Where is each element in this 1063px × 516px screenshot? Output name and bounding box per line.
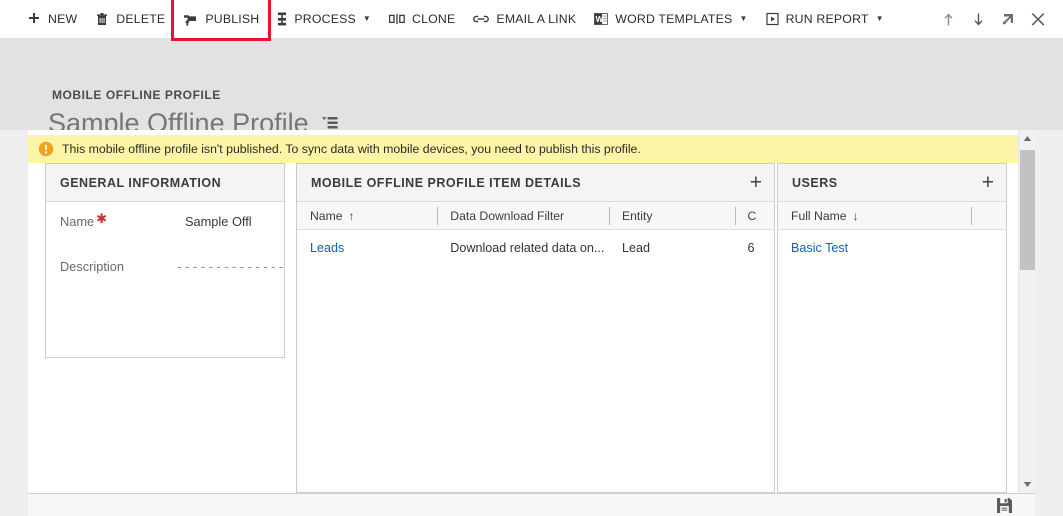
- process-icon: [277, 12, 287, 26]
- users-header: USERS +: [778, 164, 1006, 202]
- publish-button[interactable]: PUBLISH: [171, 0, 272, 41]
- word-templates-button[interactable]: W WORD TEMPLATES ▼: [585, 0, 756, 38]
- notification-message: This mobile offline profile isn't publis…: [62, 142, 641, 156]
- description-field-value[interactable]: - - - - - - - - - - - - - - -: [177, 259, 284, 274]
- new-button[interactable]: NEW: [18, 0, 86, 38]
- users-panel: USERS + Full Name ↓ Basic Test: [777, 163, 1007, 493]
- previous-record-icon[interactable]: [933, 0, 963, 38]
- users-grid-header: Full Name ↓: [778, 202, 1006, 230]
- description-field-label: Description: [60, 259, 125, 274]
- publish-icon: [183, 12, 198, 26]
- cell-full-name: Basic Test: [778, 230, 971, 266]
- required-indicator: ✱: [96, 211, 108, 226]
- field-row-name: Name ✱ Sample Offl: [60, 211, 284, 236]
- sort-ascending-icon: ↑: [348, 208, 355, 223]
- vertical-scrollbar[interactable]: [1018, 130, 1035, 493]
- name-field-label: Name ✱: [60, 211, 108, 229]
- chevron-down-icon: ▼: [875, 14, 884, 23]
- new-button-label: NEW: [48, 12, 78, 26]
- status-bar: [28, 493, 1035, 516]
- command-bar: NEW DELETE PUBLISH PROCESS ▼ CLONE EMAIL…: [0, 0, 1063, 41]
- item-details-title: MOBILE OFFLINE PROFILE ITEM DETAILS: [311, 175, 582, 190]
- chevron-down-icon: ▼: [362, 14, 372, 23]
- next-record-icon[interactable]: [963, 0, 993, 38]
- column-header-data-download-filter[interactable]: Data Download Filter: [437, 202, 609, 229]
- publish-button-label: PUBLISH: [205, 12, 260, 26]
- footer-left-rail: [0, 493, 28, 516]
- save-icon[interactable]: [996, 497, 1013, 516]
- column-header-entity[interactable]: Entity: [608, 202, 735, 229]
- column-header-blank[interactable]: [971, 202, 1006, 229]
- form-body: This mobile offline profile isn't publis…: [0, 130, 1063, 516]
- link-icon: [473, 13, 490, 25]
- chevron-down-icon: ▼: [739, 14, 748, 23]
- run-report-button[interactable]: RUN REPORT ▼: [757, 0, 893, 38]
- field-row-description: Description - - - - - - - - - - - - - - …: [60, 259, 284, 281]
- panels-row: GENERAL INFORMATION Name ✱ Sample Offl De…: [28, 163, 1035, 493]
- item-details-grid-header: Name ↑ Data Download Filter Entity C: [297, 202, 774, 230]
- column-header-name[interactable]: Name ↑: [297, 202, 437, 229]
- cell-data-download-filter: Download related data on...: [450, 241, 605, 255]
- command-bar-window-controls: [933, 0, 1053, 38]
- delete-button-label: DELETE: [116, 12, 166, 26]
- table-row[interactable]: Leads Download related data on... Lead 6: [297, 230, 774, 266]
- email-a-link-button[interactable]: EMAIL A LINK: [464, 0, 585, 38]
- plus-icon: [27, 12, 41, 26]
- warning-icon: [38, 141, 54, 157]
- scroll-down-arrow-icon[interactable]: [1019, 476, 1036, 493]
- general-information-body: Name ✱ Sample Offl Description - - - - - …: [46, 202, 284, 358]
- popout-icon[interactable]: [993, 0, 1023, 38]
- notification-bar: This mobile offline profile isn't publis…: [28, 135, 1035, 163]
- clone-icon: [389, 13, 405, 25]
- trash-icon: [95, 12, 109, 26]
- users-grid-body: Basic Test: [778, 230, 1006, 266]
- record-header: MOBILE OFFLINE PROFILE Sample Offline Pr…: [0, 38, 1063, 138]
- svg-text:W: W: [596, 15, 604, 24]
- item-details-panel: MOBILE OFFLINE PROFILE ITEM DETAILS + Na…: [296, 163, 775, 493]
- item-details-grid-body: Leads Download related data on... Lead 6: [297, 230, 774, 266]
- add-item-detail-button[interactable]: +: [750, 172, 762, 193]
- cell-entity: Lead: [621, 241, 650, 255]
- record-form-page: NEW DELETE PUBLISH PROCESS ▼ CLONE EMAIL…: [0, 0, 1063, 516]
- delete-button[interactable]: DELETE: [86, 0, 174, 38]
- add-user-button[interactable]: +: [982, 172, 994, 193]
- scrollbar-thumb[interactable]: [1020, 150, 1035, 270]
- email-a-link-button-label: EMAIL A LINK: [496, 12, 577, 26]
- word-templates-button-label: WORD TEMPLATES: [615, 12, 733, 26]
- item-details-header: MOBILE OFFLINE PROFILE ITEM DETAILS +: [297, 164, 774, 202]
- word-icon: W: [594, 12, 609, 26]
- close-icon[interactable]: [1023, 0, 1053, 38]
- clone-button[interactable]: CLONE: [380, 0, 464, 38]
- left-rail: [0, 130, 28, 516]
- breadcrumb: MOBILE OFFLINE PROFILE: [52, 88, 221, 102]
- list-item[interactable]: Basic Test: [778, 230, 1006, 266]
- general-information-header: GENERAL INFORMATION: [46, 164, 284, 202]
- users-title: USERS: [792, 175, 838, 190]
- process-button[interactable]: PROCESS ▼: [268, 0, 380, 38]
- column-header-full-name[interactable]: Full Name ↓: [778, 202, 971, 229]
- process-button-label: PROCESS: [294, 12, 356, 26]
- clone-button-label: CLONE: [412, 12, 456, 26]
- general-information-title: GENERAL INFORMATION: [60, 175, 222, 190]
- cell-created-on: 6: [747, 241, 755, 255]
- report-icon: [765, 12, 779, 26]
- item-detail-link[interactable]: Leads: [310, 241, 344, 255]
- run-report-button-label: RUN REPORT: [785, 12, 869, 26]
- cell-name: Leads: [297, 230, 437, 266]
- column-header-created-on[interactable]: C: [734, 202, 774, 229]
- form-content: This mobile offline profile isn't publis…: [28, 130, 1035, 493]
- name-field-value[interactable]: Sample Offl: [185, 214, 252, 229]
- general-information-panel: GENERAL INFORMATION Name ✱ Sample Offl De…: [45, 163, 285, 358]
- user-link[interactable]: Basic Test: [791, 241, 848, 255]
- scroll-up-arrow-icon[interactable]: [1019, 130, 1036, 147]
- command-bar-actions: NEW DELETE PUBLISH PROCESS ▼ CLONE EMAIL…: [0, 0, 893, 41]
- sort-descending-icon: ↓: [852, 208, 859, 223]
- footer-right-gutter: [1035, 493, 1063, 516]
